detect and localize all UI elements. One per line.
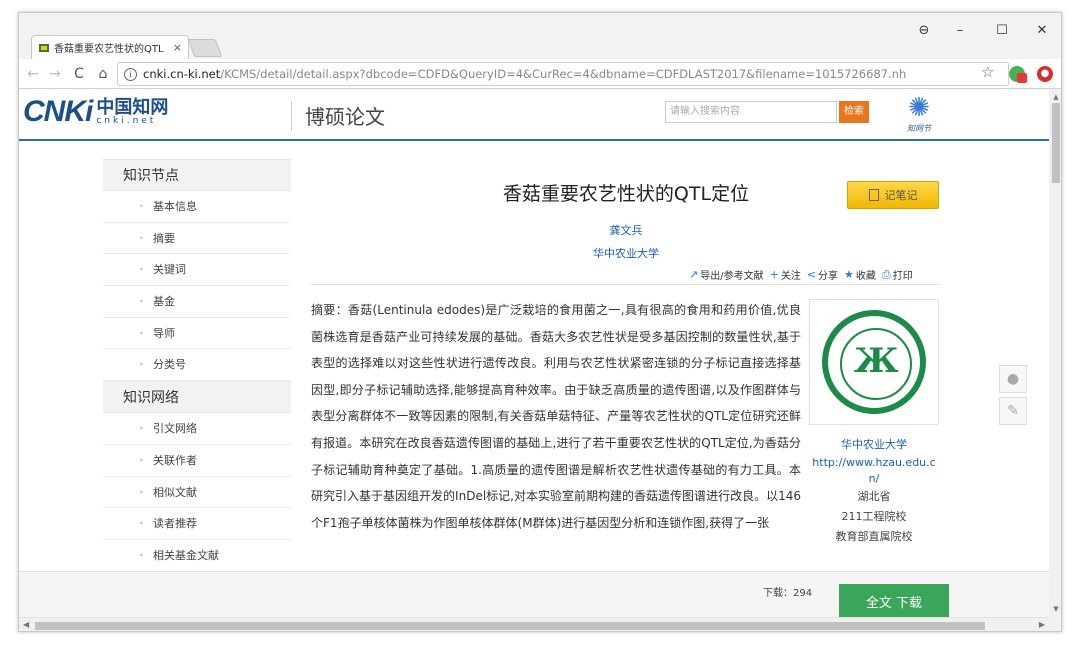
- site-header: CNKi 中国知网 cnki.net 博硕论文 请输入搜索内容 检索 ✺ 知网节: [19, 89, 1049, 141]
- export-label: 导出/参考文献: [700, 271, 764, 282]
- scroll-down-arrow-icon[interactable]: ▼: [1049, 603, 1061, 615]
- school-name-link[interactable]: 华中农业大学: [809, 435, 939, 455]
- home-icon[interactable]: ⌂: [93, 64, 113, 84]
- page-viewport: CNKi 中国知网 cnki.net 博硕论文 请输入搜索内容 检索 ✺ 知网节…: [19, 89, 1049, 617]
- horizontal-scroll-thumb[interactable]: [35, 622, 985, 630]
- sidebar-item-basic-info[interactable]: 基本信息: [103, 191, 291, 223]
- sidebar-item-fund[interactable]: 基金: [103, 286, 291, 318]
- star-icon: ★: [844, 268, 854, 281]
- sidebar-item-abstract[interactable]: 摘要: [103, 223, 291, 255]
- print-action[interactable]: ⎙ 打印: [881, 267, 913, 283]
- sidebar-item-citation-network[interactable]: 引文网络: [103, 413, 291, 445]
- scroll-left-arrow-icon[interactable]: ◀: [23, 620, 29, 629]
- print-label: 打印: [892, 271, 913, 282]
- paper-actions: ↗ 导出/参考文献 + 关注 < 分享 ★ 收藏 ⎙ 打印: [689, 267, 913, 283]
- search-button[interactable]: 检索: [839, 101, 869, 123]
- tab-close-icon[interactable]: ×: [173, 41, 182, 54]
- knowledge-sidebar: 知识节点 基本信息 摘要 关键词 基金 导师 分类号 知识网络 引文网络 关联作…: [103, 159, 291, 572]
- minimize-button[interactable]: –: [943, 19, 977, 41]
- swirl-icon: ✺: [908, 93, 930, 123]
- url-host: cnki.cn-ki.net: [143, 67, 221, 81]
- plus-icon: +: [769, 268, 779, 281]
- section-title: 博硕论文: [305, 105, 385, 129]
- author-link[interactable]: 龚文兵: [311, 222, 941, 238]
- maximize-button[interactable]: ☐: [985, 19, 1019, 41]
- vertical-scroll-thumb[interactable]: [1052, 103, 1060, 183]
- school-info: 华中农业大学 http://www.hzau.edu.cn/ 湖北省 211工程…: [809, 435, 939, 547]
- comment-bubble-icon[interactable]: ●: [999, 365, 1027, 393]
- address-bar[interactable]: i cnki.cn-ki.net/KCMS/detail/detail.aspx…: [117, 62, 1009, 86]
- site-info-icon[interactable]: i: [124, 67, 137, 81]
- horizontal-scrollbar[interactable]: ◀ ▶: [19, 617, 1049, 631]
- tab-title: 香菇重要农艺性状的QTL: [54, 44, 164, 55]
- scroll-up-arrow-icon[interactable]: ▲: [1049, 91, 1061, 103]
- scroll-right-arrow-icon[interactable]: ▶: [1039, 620, 1045, 629]
- school-emblem-card[interactable]: Ж: [809, 299, 939, 425]
- sidebar-item-related-authors[interactable]: 关联作者: [103, 445, 291, 477]
- header-divider: [291, 101, 292, 131]
- share-label: 分享: [818, 271, 839, 282]
- bookmark-star-icon[interactable]: ☆: [981, 63, 994, 81]
- zhiwang-label: 知网节: [907, 124, 931, 133]
- pencil-icon[interactable]: ✎: [999, 397, 1027, 425]
- logo-sub: cnki.net: [96, 115, 157, 126]
- close-window-button[interactable]: ✕: [1025, 19, 1059, 41]
- download-count: 下载：294: [763, 588, 813, 599]
- cnki-logo[interactable]: CNKi 中国知网 cnki.net: [23, 95, 168, 129]
- school-url-link[interactable]: http://www.hzau.edu.cn/: [809, 455, 939, 487]
- note-icon: [868, 189, 879, 201]
- extension-stop-icon[interactable]: ●: [1037, 66, 1053, 82]
- export-icon: ↗: [689, 268, 699, 281]
- floating-tools: ● ✎: [999, 365, 1029, 429]
- zhiwangjie-icon[interactable]: ✺ 知网节: [899, 93, 939, 137]
- emblem-mark-icon: Ж: [854, 341, 899, 381]
- search-input[interactable]: 请输入搜索内容: [665, 101, 837, 123]
- sidebar-item-similar-papers[interactable]: 相似文献: [103, 477, 291, 509]
- logo-cn: 中国知网: [96, 96, 169, 118]
- sidebar-group-title: 知识网络: [103, 381, 291, 414]
- sidebar-item-classification[interactable]: 分类号: [103, 349, 291, 382]
- abstract-text: 摘要：香菇(Lentinula edodes)是广泛栽培的食用菌之一,具有很高的…: [311, 303, 801, 530]
- sidebar-item-advisor[interactable]: 导师: [103, 318, 291, 350]
- sidebar-item-related-fund-papers[interactable]: 相关基金文献: [103, 540, 291, 572]
- new-tab-button[interactable]: [187, 39, 223, 57]
- school-tag-moe: 教育部直属院校: [835, 530, 913, 543]
- favorite-action[interactable]: ★ 收藏: [844, 267, 876, 282]
- profile-icon[interactable]: ⊖: [907, 19, 941, 41]
- back-arrow-icon[interactable]: ←: [23, 64, 43, 84]
- sidebar-item-keywords[interactable]: 关键词: [103, 254, 291, 287]
- favorite-label: 收藏: [855, 271, 876, 282]
- school-tag-211: 211工程院校: [841, 510, 907, 523]
- browser-window: 香菇重要农艺性状的QTL × ⊖ – ☐ ✕ ← → C ⌂ i cnki.cn…: [18, 12, 1062, 632]
- cnki-favicon-icon: [39, 43, 49, 52]
- school-emblem: Ж: [822, 310, 926, 414]
- share-icon: <: [806, 268, 817, 281]
- logo-latin: CNKi: [23, 95, 93, 128]
- vertical-scrollbar[interactable]: ▲ ▼: [1049, 89, 1061, 617]
- share-action[interactable]: < 分享: [807, 267, 838, 282]
- browser-toolbar: ← → C ⌂ i cnki.cn-ki.net/KCMS/detail/det…: [19, 59, 1061, 89]
- follow-label: 关注: [780, 271, 801, 282]
- browser-tab[interactable]: 香菇重要农艺性状的QTL ×: [31, 35, 189, 59]
- sidebar-item-reader-recommend[interactable]: 读者推荐: [103, 508, 291, 540]
- affiliation-link[interactable]: 华中农业大学: [311, 245, 941, 261]
- title-bar: 香菇重要农艺性状的QTL × ⊖ – ☐ ✕: [19, 13, 1061, 59]
- sidebar-group-title: 知识节点: [103, 159, 291, 191]
- school-province: 湖北省: [857, 490, 891, 503]
- content-divider: [311, 284, 939, 285]
- full-text-download-button[interactable]: 全文 下载: [839, 584, 949, 617]
- note-button-label: 记笔记: [884, 189, 918, 202]
- reload-icon[interactable]: C: [69, 64, 89, 84]
- extension-badge-icon: [1017, 73, 1027, 83]
- follow-action[interactable]: + 关注: [770, 267, 801, 282]
- export-action[interactable]: ↗ 导出/参考文献: [689, 267, 764, 282]
- url-path: /KCMS/detail/detail.aspx?dbcode=CDFD&Que…: [220, 67, 907, 81]
- printer-icon: ⎙: [881, 267, 891, 281]
- forward-arrow-icon[interactable]: →: [45, 64, 65, 84]
- download-bar: 下载：294 全文 下载: [19, 571, 1049, 617]
- take-note-button[interactable]: 记笔记: [847, 181, 939, 209]
- logo-cn-block: 中国知网 cnki.net: [96, 96, 169, 126]
